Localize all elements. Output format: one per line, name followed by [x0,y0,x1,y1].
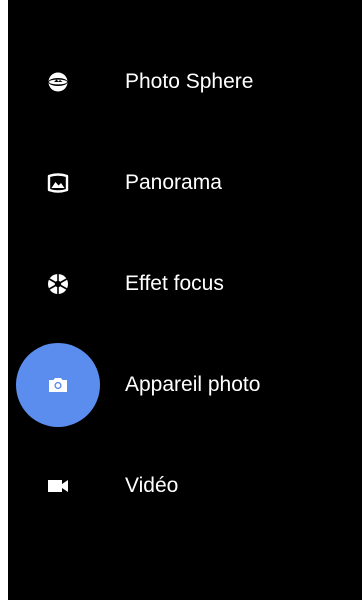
mode-label-panorama: Panorama [125,171,222,194]
mode-label-lens-blur: Effet focus [125,272,224,295]
lens-blur-icon [16,242,100,326]
mode-label-video: Vidéo [125,474,179,497]
mode-label-camera: Appareil photo [125,373,261,396]
mode-item-panorama[interactable]: Panorama [8,133,362,233]
mode-item-photo-sphere[interactable]: Photo Sphere [8,32,362,132]
mode-item-video[interactable]: Vidéo [8,436,362,536]
camera-mode-drawer: Photo Sphere Panorama Effet focus Appare… [8,0,362,600]
photo-sphere-icon [16,40,100,124]
panorama-icon [16,141,100,225]
camera-icon [16,343,100,427]
mode-item-lens-blur[interactable]: Effet focus [8,234,362,334]
video-camera-icon [16,444,100,528]
mode-item-camera[interactable]: Appareil photo [8,335,362,435]
mode-label-photo-sphere: Photo Sphere [125,70,254,93]
